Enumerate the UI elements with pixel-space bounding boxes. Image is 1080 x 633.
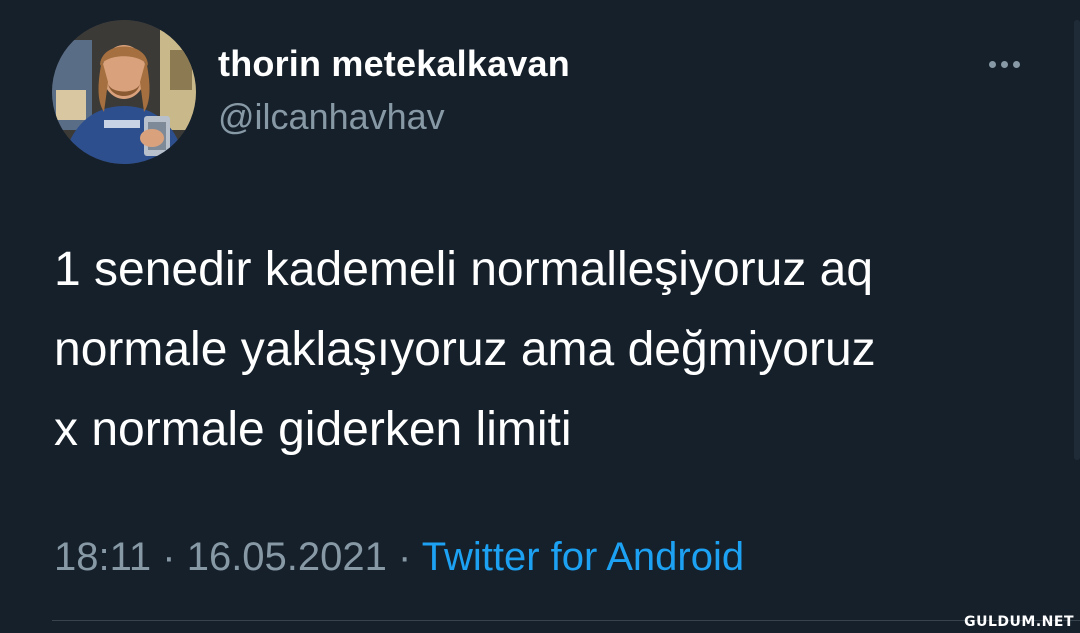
tweet-text-line: normale yaklaşıyoruz ama değmiyoruz bbox=[54, 323, 876, 376]
ellipsis-horizontal-icon bbox=[1000, 60, 1008, 68]
avatar-image bbox=[52, 20, 196, 164]
meta-separator: · bbox=[398, 535, 422, 579]
scrollbar[interactable] bbox=[1074, 20, 1080, 460]
tweet-time[interactable]: 18:11 bbox=[54, 535, 151, 579]
tweet-text: 1 senedir kademeli normalleşiyoruz aq no… bbox=[54, 230, 1044, 470]
author-display-name[interactable]: thorin metekalkavan bbox=[218, 43, 570, 85]
tweet-text-line: x normale giderken limiti bbox=[54, 403, 572, 456]
watermark: GULDUM.NET bbox=[964, 614, 1074, 630]
tweet-metadata: 18:11 · 16.05.2021 · Twitter for Android bbox=[54, 535, 744, 580]
ellipsis-horizontal-icon bbox=[1012, 60, 1020, 68]
tweet-text-line: 1 senedir kademeli normalleşiyoruz aq bbox=[54, 243, 874, 296]
more-options-button[interactable] bbox=[982, 50, 1026, 78]
avatar[interactable] bbox=[52, 20, 196, 164]
author-handle[interactable]: @ilcanhavhav bbox=[218, 96, 445, 138]
meta-separator: · bbox=[162, 535, 187, 579]
divider bbox=[52, 620, 1080, 621]
ellipsis-horizontal-icon bbox=[988, 60, 996, 68]
tweet-source-link[interactable]: Twitter for Android bbox=[422, 535, 744, 579]
tweet-date[interactable]: 16.05.2021 bbox=[187, 535, 387, 579]
tweet-card: thorin metekalkavan @ilcanhavhav 1 sened… bbox=[0, 0, 1080, 633]
